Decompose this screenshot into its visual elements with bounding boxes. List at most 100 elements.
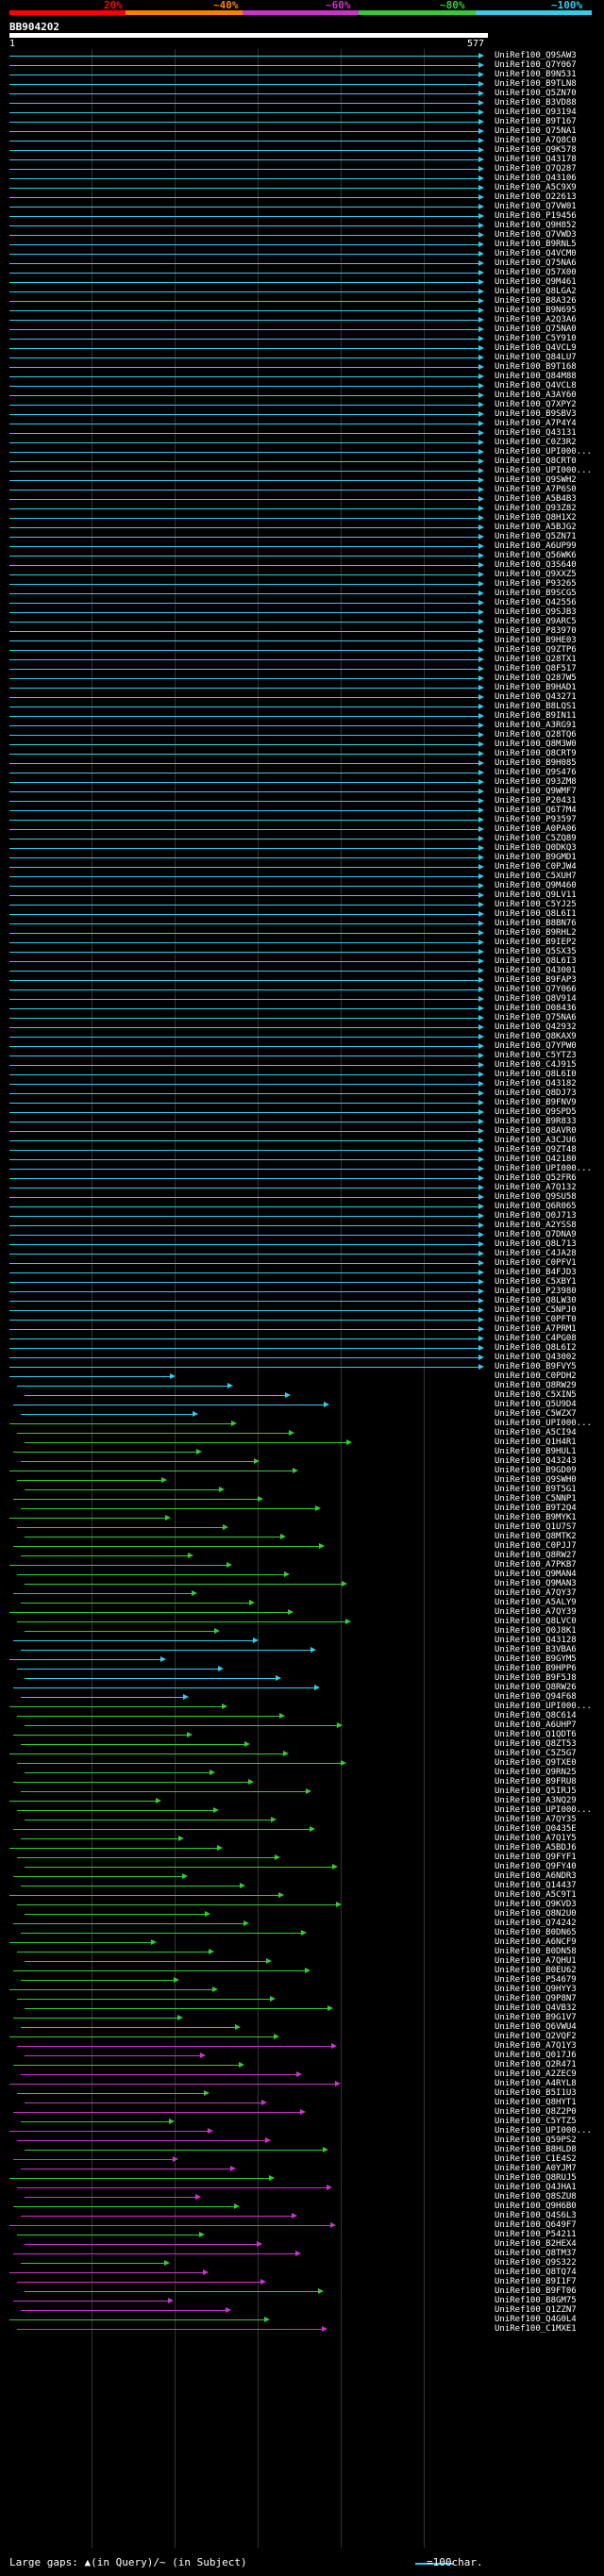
hit-row[interactable]: UniRef100_B9SCG5 xyxy=(0,589,604,598)
hit-label[interactable]: UniRef100_C5XIN5 xyxy=(495,1390,577,1400)
hit-label[interactable]: UniRef100_Q9SPD5 xyxy=(495,1107,577,1117)
hit-row[interactable]: UniRef100_Q75NA1 xyxy=(0,126,604,136)
hit-row[interactable]: UniRef100_Q8L6I2 xyxy=(0,1343,604,1353)
hit-row[interactable]: UniRef100_UPI000... xyxy=(0,466,604,475)
hit-row[interactable]: UniRef100_A5C9X9 xyxy=(0,183,604,192)
hit-row[interactable]: UniRef100_Q0J8K1 xyxy=(0,1626,604,1636)
hit-row[interactable]: UniRef100_Q287W5 xyxy=(0,673,604,683)
hit-row[interactable]: UniRef100_B9IN11 xyxy=(0,711,604,721)
hit-label[interactable]: UniRef100_Q7DNA9 xyxy=(495,1230,577,1239)
hit-label[interactable]: UniRef100_B9IEP2 xyxy=(495,938,577,947)
hit-label[interactable]: UniRef100_Q8Z2P0 xyxy=(495,2107,577,2117)
hit-row[interactable]: UniRef100_Q9P8N7 xyxy=(0,1994,604,2003)
hit-label[interactable]: UniRef100_A0YJM7 xyxy=(495,2164,577,2173)
hit-row[interactable]: UniRef100_B9GMD1 xyxy=(0,853,604,862)
hit-row[interactable]: UniRef100_A7QHU1 xyxy=(0,1956,604,1966)
hit-row[interactable]: UniRef100_UPI000... xyxy=(0,2126,604,2136)
hit-row[interactable]: UniRef100_Q649F7 xyxy=(0,2220,604,2230)
hit-label[interactable]: UniRef100_Q84LU7 xyxy=(495,353,577,362)
hit-row[interactable]: UniRef100_Q1ZZN7 xyxy=(0,2305,604,2315)
hit-label[interactable]: UniRef100_B9FVY5 xyxy=(495,1362,577,1371)
hit-label[interactable]: UniRef100_Q5U9D4 xyxy=(495,1400,577,1409)
hit-label[interactable]: UniRef100_Q42932 xyxy=(495,1022,577,1032)
hit-row[interactable]: UniRef100_Q8N2U0 xyxy=(0,1909,604,1919)
hit-label[interactable]: UniRef100_C1MXE1 xyxy=(495,2324,577,2334)
hit-label[interactable]: UniRef100_B9HUL1 xyxy=(495,1447,577,1456)
hit-label[interactable]: UniRef100_C0PJW4 xyxy=(495,862,577,872)
hit-row[interactable]: UniRef100_A7Q8C0 xyxy=(0,136,604,145)
hit-label[interactable]: UniRef100_Q6T7M4 xyxy=(495,806,577,815)
hit-row[interactable]: UniRef100_Q75NA6 xyxy=(0,258,604,268)
hit-label[interactable]: UniRef100_Q8L6I3 xyxy=(495,956,577,966)
hit-label[interactable]: UniRef100_A6UHP7 xyxy=(495,1720,577,1730)
hit-row[interactable]: UniRef100_B9RHL2 xyxy=(0,928,604,938)
hit-row[interactable]: UniRef100_B9SBV3 xyxy=(0,409,604,419)
hit-label[interactable]: UniRef100_Q4S6L3 xyxy=(495,2211,577,2220)
hit-label[interactable]: UniRef100_Q43106 xyxy=(495,174,577,183)
hit-row[interactable]: UniRef100_C5XBY1 xyxy=(0,1277,604,1287)
hit-row[interactable]: UniRef100_Q7XPY2 xyxy=(0,400,604,409)
hit-label[interactable]: UniRef100_Q9SJB3 xyxy=(495,607,577,617)
hit-row[interactable]: UniRef100_A7QY39 xyxy=(0,1607,604,1617)
hit-label[interactable]: UniRef100_Q43243 xyxy=(495,1456,577,1466)
hit-label[interactable]: UniRef100_Q2VQF2 xyxy=(495,2032,577,2041)
hit-row[interactable]: UniRef100_C5YJ25 xyxy=(0,900,604,909)
hit-row[interactable]: UniRef100_Q9RN25 xyxy=(0,1768,604,1777)
hit-row[interactable]: UniRef100_B8HLD8 xyxy=(0,2145,604,2154)
hit-row[interactable]: UniRef100_Q9FY40 xyxy=(0,1862,604,1871)
hit-row[interactable]: UniRef100_C5XIN5 xyxy=(0,1390,604,1400)
hit-label[interactable]: UniRef100_P19456 xyxy=(495,211,577,221)
hit-label[interactable]: UniRef100_A3AY60 xyxy=(495,391,577,400)
hit-label[interactable]: UniRef100_B9GYM5 xyxy=(495,1654,577,1664)
hit-row[interactable]: UniRef100_B0DN58 xyxy=(0,1947,604,1956)
hit-row[interactable]: UniRef100_B9T168 xyxy=(0,362,604,372)
hit-label[interactable]: UniRef100_Q57X00 xyxy=(495,268,577,277)
hit-row[interactable]: UniRef100_Q8F517 xyxy=(0,664,604,673)
hit-label[interactable]: UniRef100_Q8F517 xyxy=(495,664,577,673)
hit-label[interactable]: UniRef100_B5I1U3 xyxy=(495,2088,577,2098)
hit-row[interactable]: UniRef100_A7P4Y4 xyxy=(0,419,604,428)
hit-row[interactable]: UniRef100_B9FAP3 xyxy=(0,975,604,985)
hit-row[interactable]: UniRef100_A0YJM7 xyxy=(0,2164,604,2173)
hit-label[interactable]: UniRef100_A5C9T1 xyxy=(495,1890,577,1900)
hit-label[interactable]: UniRef100_A2YSS8 xyxy=(495,1221,577,1230)
hit-label[interactable]: UniRef100_Q0J713 xyxy=(495,1211,577,1221)
hit-label[interactable]: UniRef100_Q4VB32 xyxy=(495,2003,577,2013)
hit-row[interactable]: UniRef100_A3RG91 xyxy=(0,721,604,730)
hit-label[interactable]: UniRef100_B8A326 xyxy=(495,296,577,306)
hit-row[interactable]: UniRef100_Q8L6I3 xyxy=(0,956,604,966)
hit-label[interactable]: UniRef100_Q9SU58 xyxy=(495,1192,577,1202)
hit-label[interactable]: UniRef100_C5NNP1 xyxy=(495,1494,577,1504)
hit-label[interactable]: UniRef100_A7P6S0 xyxy=(495,485,577,494)
hit-row[interactable]: UniRef100_Q2R471 xyxy=(0,2060,604,2069)
hit-label[interactable]: UniRef100_Q9MAN4 xyxy=(495,1570,577,1579)
hit-label[interactable]: UniRef100_P23980 xyxy=(495,1287,577,1296)
hit-row[interactable]: UniRef100_B8GM75 xyxy=(0,2296,604,2305)
hit-label[interactable]: UniRef100_P83970 xyxy=(495,626,577,636)
hit-row[interactable]: UniRef100_Q84M88 xyxy=(0,372,604,381)
hit-label[interactable]: UniRef100_Q6R065 xyxy=(495,1202,577,1211)
hit-label[interactable]: UniRef100_Q0J8K1 xyxy=(495,1626,577,1636)
hit-label[interactable]: UniRef100_P93265 xyxy=(495,579,577,589)
hit-row[interactable]: UniRef100_Q8KAX9 xyxy=(0,1032,604,1041)
hit-label[interactable]: UniRef100_A6NCF9 xyxy=(495,1937,577,1947)
hit-label[interactable]: UniRef100_B8LQS1 xyxy=(495,702,577,711)
hit-row[interactable]: UniRef100_A7Q1Y5 xyxy=(0,1834,604,1843)
hit-row[interactable]: UniRef100_Q8L713 xyxy=(0,1239,604,1249)
hit-row[interactable]: UniRef100_Q5SX35 xyxy=(0,947,604,956)
hit-row[interactable]: UniRef100_Q7Y066 xyxy=(0,985,604,994)
hit-row[interactable]: UniRef100_C1MXE1 xyxy=(0,2324,604,2334)
hit-label[interactable]: UniRef100_Q017J6 xyxy=(495,2051,577,2060)
hit-label[interactable]: UniRef100_B9I1F7 xyxy=(495,2277,577,2286)
hit-label[interactable]: UniRef100_Q93194 xyxy=(495,108,577,117)
hit-row[interactable]: UniRef100_C5Z5G7 xyxy=(0,1749,604,1758)
hit-row[interactable]: UniRef100_Q56WK6 xyxy=(0,551,604,560)
hit-row[interactable]: UniRef100_A5C9T1 xyxy=(0,1890,604,1900)
hit-row[interactable]: UniRef100_Q43002 xyxy=(0,1353,604,1362)
hit-label[interactable]: UniRef100_Q14437 xyxy=(495,1881,577,1890)
hit-row[interactable]: UniRef100_Q43243 xyxy=(0,1456,604,1466)
hit-row[interactable]: UniRef100_P54211 xyxy=(0,2230,604,2239)
hit-row[interactable]: UniRef100_Q14437 xyxy=(0,1881,604,1890)
hit-row[interactable]: UniRef100_Q9SPD5 xyxy=(0,1107,604,1117)
hit-label[interactable]: UniRef100_Q9S476 xyxy=(495,768,577,777)
